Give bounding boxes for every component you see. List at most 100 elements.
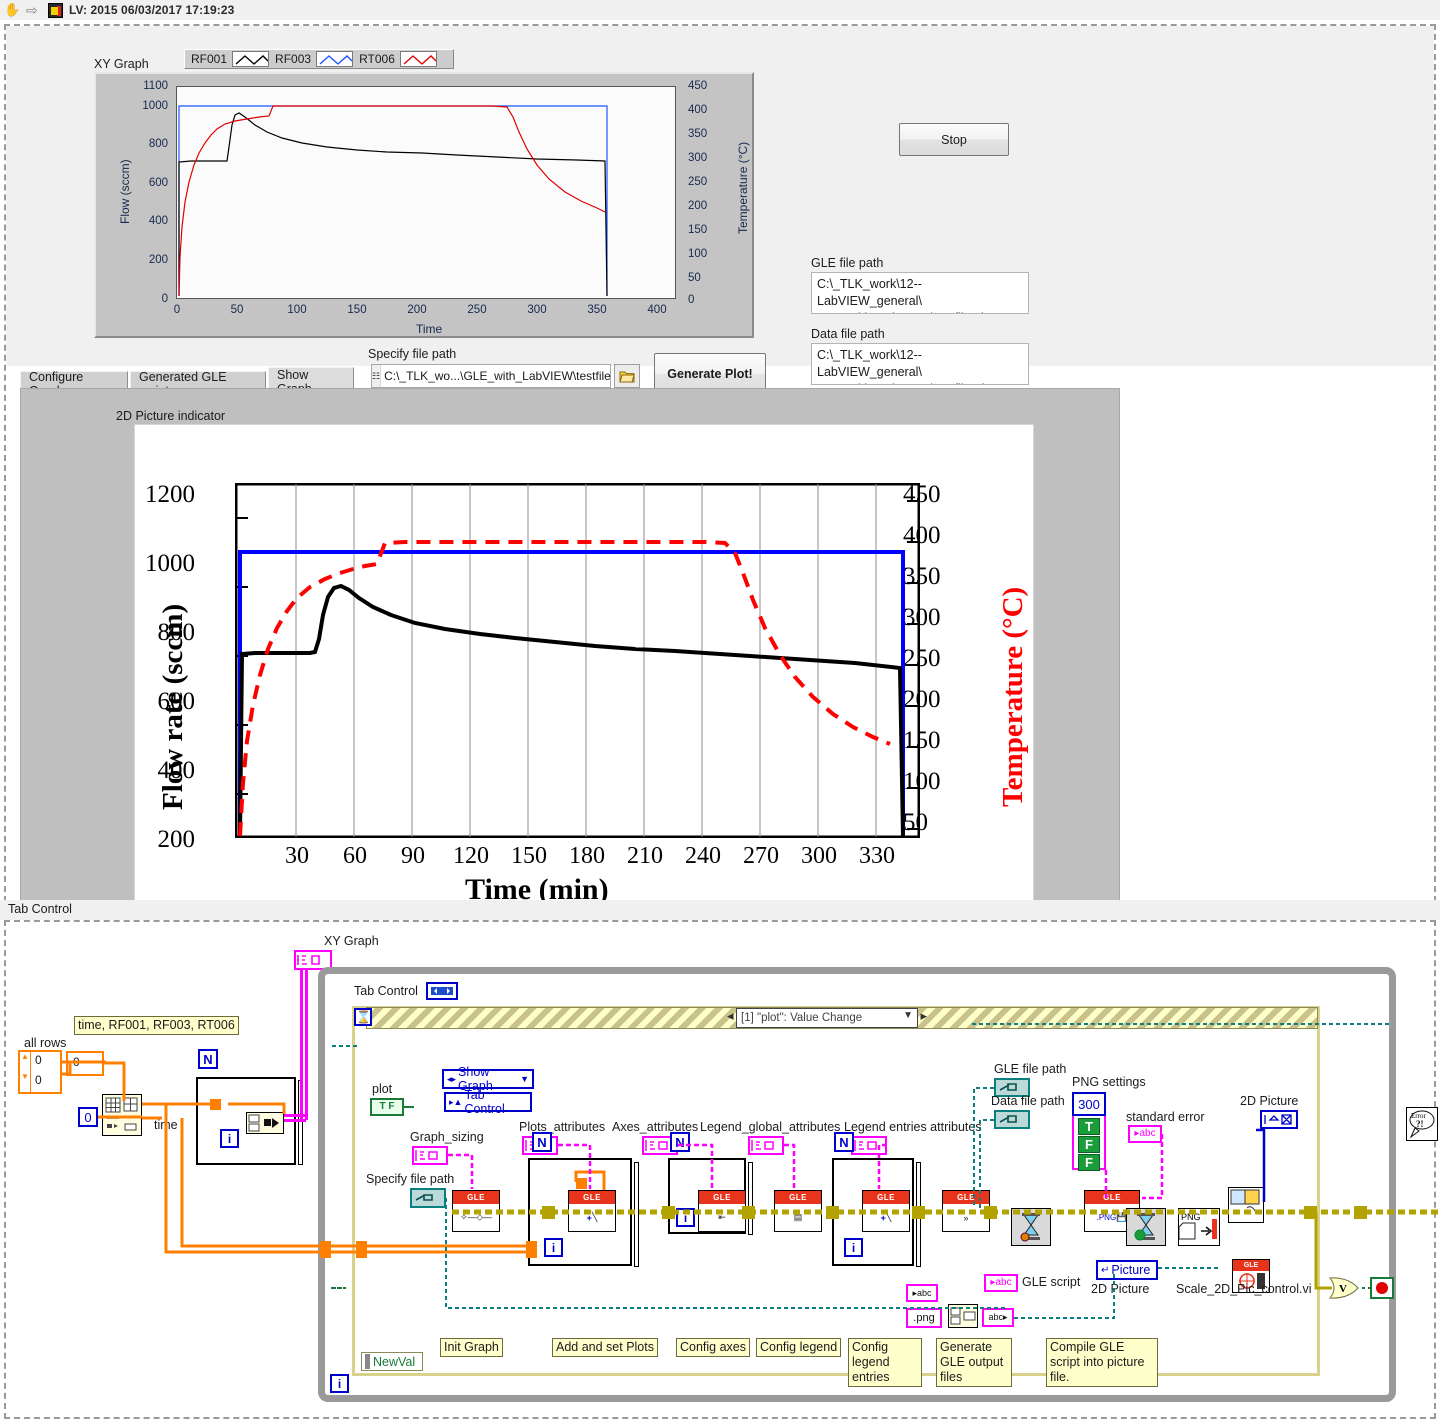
draw-picture-node[interactable] — [1228, 1187, 1264, 1223]
xy-y2-tick: 400 — [688, 104, 708, 116]
svg-text:PNG: PNG — [1181, 1212, 1201, 1222]
2d-picture-terminal[interactable] — [1260, 1110, 1298, 1129]
gle-add-plot-vi[interactable]: GLE + ╲ — [568, 1190, 616, 1232]
next-case-arrow-icon[interactable]: ▸ — [920, 1008, 927, 1024]
data-file-path-terminal[interactable] — [994, 1110, 1030, 1129]
comment-init-graph: Init Graph — [440, 1338, 503, 1357]
specify-file-path-node-label: Specify file path — [366, 1172, 455, 1186]
png-extension-constant[interactable]: .png — [906, 1308, 942, 1328]
xy-x-tick: 300 — [527, 304, 547, 316]
concatenate-strings-node[interactable] — [948, 1304, 978, 1328]
all-rows-label: all rows — [24, 1036, 67, 1050]
loop-iterator-terminal[interactable]: i — [220, 1129, 239, 1148]
block-diagram[interactable]: all rows ▲ ▼ 0 0 0 time, RF001, RF003, R… — [4, 920, 1438, 1419]
array-constant[interactable]: 0 — [66, 1051, 104, 1076]
graph-sizing-terminal[interactable] — [412, 1146, 448, 1165]
plot-style-swatch-blue[interactable] — [316, 51, 354, 67]
plot-boolean-terminal[interactable]: T F — [370, 1098, 404, 1116]
xy-graph[interactable]: Flow (sccm) Temperature (°C) Time 1100 1… — [94, 72, 754, 338]
png-settings-cluster[interactable]: 300 T F F — [1072, 1092, 1106, 1171]
picture-ring-control[interactable]: ↵ Picture — [1096, 1260, 1158, 1280]
plot-legend-entry-rf003[interactable]: RF003 — [269, 51, 354, 67]
string-to-path-node[interactable]: ▸abc — [906, 1284, 938, 1302]
hand-cursor-icon[interactable]: ✋ — [4, 2, 20, 18]
array-value: 0 — [73, 1055, 80, 1069]
png-ext-value: .png — [913, 1312, 935, 1324]
read-png-file-node[interactable]: PNG — [1178, 1208, 1220, 1246]
prev-case-arrow-icon[interactable]: ◂ — [727, 1008, 734, 1024]
or-gate-node[interactable]: V — [1328, 1277, 1362, 1299]
plot-style-swatch-red[interactable] — [399, 51, 437, 67]
svg-text:V: V — [1339, 1283, 1347, 1295]
xy-graph-terminal-label: XY Graph — [324, 934, 379, 948]
xy-graph-plot-area[interactable] — [176, 86, 676, 299]
gle-x-tick: 150 — [511, 843, 547, 869]
legend-entries-attributes-terminal[interactable] — [851, 1136, 887, 1155]
newval-node[interactable]: NewVal — [361, 1352, 423, 1371]
arrow-right-icon[interactable]: ⇨ — [26, 2, 42, 18]
show-graph-ring-constant[interactable]: ◂▸ Show Graph ▼ — [442, 1065, 534, 1093]
gle-y-axis-label: Flow rate (sccm) — [157, 603, 189, 810]
gle-script-indicator[interactable]: ▸abc — [984, 1274, 1018, 1292]
2d-picture-indicator[interactable]: 1200 1000 800 600 400 200 Flow rate (scc… — [134, 424, 1034, 1207]
data-file-path-label: Data file path — [811, 327, 885, 341]
for-loop-plots-count[interactable]: N — [532, 1132, 552, 1152]
for-loop-axes-count[interactable]: N — [670, 1132, 690, 1152]
for-loop-legend-entries-iterator[interactable]: i — [844, 1238, 863, 1257]
read-from-spreadsheet-file-vi[interactable] — [102, 1094, 142, 1136]
gle-x-tick: 300 — [801, 843, 837, 869]
png-bool-value: T — [1085, 1119, 1093, 1134]
error-handler-vi[interactable]: Error?! — [1406, 1107, 1438, 1141]
gle-config-legend-vi[interactable]: GLE ▤ — [774, 1190, 822, 1232]
specify-file-path-input[interactable]: ☷ C:\_TLK_wo...\GLE_with_LabVIEW\testfil… — [371, 364, 611, 388]
gle-write-script-vi[interactable]: GLE» — [942, 1190, 990, 1232]
chevron-down-icon[interactable]: ▼ — [903, 1010, 913, 1021]
iterator-label: i — [337, 1376, 342, 1391]
plot-legend-entry-rf001[interactable]: RF001 — [185, 51, 270, 67]
png-bool-3[interactable]: F — [1078, 1154, 1100, 1171]
zero-constant[interactable]: 0 — [78, 1107, 98, 1127]
xy-x-tick: 400 — [647, 304, 667, 316]
event-case-selector[interactable]: ◂ [1] "plot": Value Change ▼ ▸ — [727, 1008, 927, 1028]
wire-xy-graph — [300, 970, 308, 1120]
event-timeout-terminal[interactable]: ⌛ — [354, 1008, 372, 1026]
wait-node-2[interactable] — [1126, 1208, 1166, 1246]
xy-graph-plot-legend[interactable]: RF001 RF003 RT006 — [184, 49, 454, 69]
gle-config-axes-vi[interactable]: GLE ⇤ — [698, 1190, 746, 1232]
browse-folder-button[interactable] — [614, 364, 640, 388]
standard-error-terminal[interactable]: ▸abc — [1128, 1125, 1162, 1143]
specify-file-path-label: Specify file path — [368, 347, 457, 361]
png-dpi-constant[interactable]: 300 — [1072, 1092, 1106, 1116]
stop-button[interactable]: Stop — [899, 123, 1009, 156]
index-array-constant-pair[interactable]: ▲ ▼ 0 0 — [18, 1050, 62, 1094]
path-to-string-node[interactable]: abc▸ — [982, 1308, 1014, 1327]
gle-init-graph-vi[interactable]: GLE ✧—⬦— — [452, 1190, 500, 1232]
tab-control-terminal-label: Tab Control — [354, 984, 418, 998]
xy-x-tick: 200 — [407, 304, 427, 316]
for-loop-plots-iterator[interactable]: i — [544, 1238, 563, 1257]
xy-x-tick: 50 — [230, 304, 244, 316]
specify-file-path-terminal[interactable] — [410, 1188, 446, 1208]
plot-legend-entry-rt006[interactable]: RT006 — [353, 51, 437, 67]
for-loop-axes-iterator[interactable]: i — [676, 1208, 695, 1227]
gle-legend-entry-vi[interactable]: GLE + ╲ — [862, 1190, 910, 1232]
for-loop-legend-entries-count[interactable]: N — [834, 1132, 854, 1152]
png-settings-label: PNG settings — [1072, 1075, 1146, 1089]
tab-control-ring-reference[interactable]: ▸▲ Tab Control — [444, 1088, 532, 1116]
png-bool-value: F — [1085, 1137, 1093, 1152]
while-loop-iterator[interactable]: i — [330, 1374, 349, 1393]
png-bool-2[interactable]: F — [1078, 1136, 1100, 1153]
png-bool-1[interactable]: T — [1078, 1118, 1100, 1135]
legend-global-attributes-terminal[interactable] — [748, 1136, 784, 1155]
2d-picture-lower-label: 2D Picture — [1091, 1282, 1150, 1296]
tab-control-terminal[interactable] — [426, 982, 458, 1000]
xy-y2-tick: 350 — [688, 128, 708, 140]
plot-style-swatch-black[interactable] — [232, 51, 270, 67]
stop-button-terminal[interactable] — [1370, 1277, 1394, 1299]
gle-y2-axis-label: Temperature (°C) — [997, 586, 1029, 807]
loop-count-terminal[interactable]: N — [198, 1049, 218, 1069]
build-array-node[interactable] — [246, 1112, 284, 1134]
gle-x-tick: 210 — [627, 843, 663, 869]
wait-node-1[interactable] — [1011, 1208, 1051, 1246]
xy-y2-tick: 450 — [688, 80, 708, 92]
